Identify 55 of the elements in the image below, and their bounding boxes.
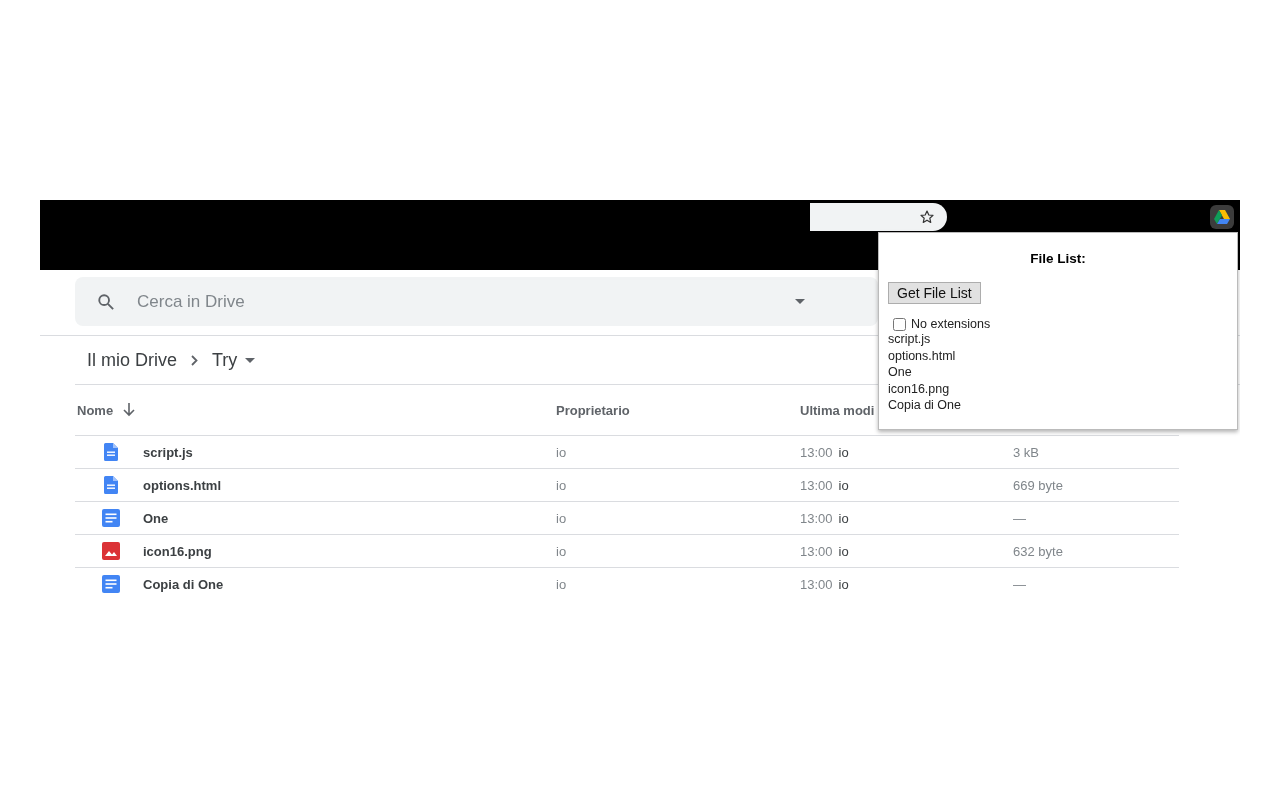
checkbox-label[interactable]: No extensions (911, 317, 991, 331)
owner-text: io (556, 576, 567, 592)
modified-time: 13:00 (800, 576, 833, 592)
modified-by: io (838, 510, 849, 526)
document-icon (104, 443, 118, 461)
column-header[interactable]: Nome (77, 402, 114, 418)
breadcrumb-item[interactable]: Try (212, 345, 238, 375)
modified-by: io (838, 444, 849, 460)
file-list-item: One (888, 364, 913, 381)
file-size: 632 byte (1013, 543, 1063, 559)
breadcrumb-item[interactable]: Il mio Drive (87, 345, 177, 375)
checkbox[interactable] (893, 317, 906, 331)
caret-icon[interactable] (795, 299, 805, 304)
file-name[interactable]: options.html (143, 477, 221, 493)
image-icon (102, 542, 120, 560)
owner-text: io (556, 444, 567, 460)
document-icon (104, 476, 118, 494)
file-list-item: icon16.png (888, 380, 951, 397)
file-size: — (1013, 576, 1026, 592)
modified-by: io (838, 543, 849, 559)
file-name[interactable]: script.js (143, 444, 193, 460)
search-field[interactable]: Cerca in Drive (75, 277, 878, 326)
document-icon (102, 509, 120, 527)
modified-by: io (838, 477, 849, 493)
search-input[interactable]: Cerca in Drive (135, 290, 779, 313)
file-name[interactable]: icon16.png (143, 543, 212, 559)
file-list-item: script.js (888, 331, 932, 348)
file-size: 669 byte (1013, 477, 1063, 493)
file-list-item: Copia di One (888, 397, 962, 414)
address-bar[interactable] (810, 203, 947, 231)
modified-time: 13:00 (800, 510, 833, 526)
down-arrow-icon[interactable] (123, 403, 136, 417)
get-file-list-button[interactable]: Get File List (888, 282, 981, 304)
owner-text: io (556, 510, 567, 526)
modified-time: 13:00 (800, 543, 833, 559)
owner-text: io (556, 477, 567, 493)
column-header[interactable]: Ultima modi (800, 402, 875, 418)
search-icon[interactable] (97, 292, 115, 311)
caret-icon[interactable] (245, 357, 256, 363)
column-header[interactable]: Proprietario (556, 402, 630, 418)
modified-time: 13:00 (800, 477, 833, 493)
file-size: — (1013, 510, 1026, 526)
file-name[interactable]: Copia di One (143, 576, 224, 592)
modified-time: 13:00 (800, 444, 833, 460)
chevron-icon (191, 354, 198, 366)
triangle-logo-icon (1214, 210, 1230, 224)
file-name[interactable]: One (143, 510, 169, 526)
owner-text: io (556, 543, 567, 559)
document-icon (102, 575, 120, 593)
file-size: 3 kB (1013, 444, 1039, 460)
file-list-item: options.html (888, 347, 957, 364)
star-icon[interactable] (919, 209, 935, 225)
extension-button[interactable] (1210, 205, 1234, 229)
popup-title: File List: (1029, 251, 1087, 266)
modified-by: io (838, 576, 849, 592)
